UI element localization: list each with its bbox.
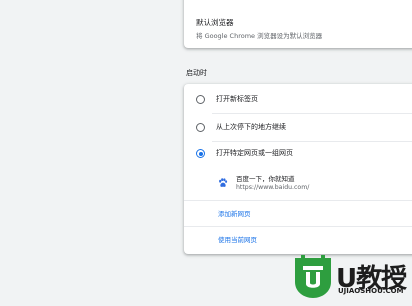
radio-button[interactable] (196, 95, 205, 104)
radio-label: 从上次停下的地方继续 (216, 123, 286, 131)
add-new-page-link[interactable]: 添加新网页 (218, 208, 251, 218)
divider (184, 200, 412, 201)
startup-page-url: https://www.baidu.com/ (236, 184, 310, 191)
chrome-settings-page: 默认浏览器 将 Google Chrome 浏览器设为默认浏览器 启动时 打开新… (0, 0, 412, 306)
default-browser-subtitle: 将 Google Chrome 浏览器设为默认浏览器 (196, 32, 323, 40)
startup-section-title: 启动时 (186, 69, 207, 77)
watermark-domain: UJIAOSHOU.COM (338, 287, 404, 295)
radio-option-new-tab[interactable]: 打开新标签页 (184, 86, 412, 112)
radio-label: 打开新标签页 (216, 95, 258, 103)
startup-card: 打开新标签页 从上次停下的地方继续 打开特定网页或一组网页 百度一下，你就知道 … (184, 84, 412, 254)
startup-page-title: 百度一下，你就知道 (236, 175, 295, 183)
radio-button-checked[interactable] (196, 149, 205, 158)
use-current-pages-link[interactable]: 使用当前网页 (218, 234, 257, 244)
default-browser-title: 默认浏览器 (196, 18, 234, 27)
radio-option-continue[interactable]: 从上次停下的地方继续 (184, 114, 412, 140)
divider (184, 226, 412, 227)
default-browser-card: 默认浏览器 将 Google Chrome 浏览器设为默认浏览器 (184, 0, 412, 48)
startup-page-entry[interactable]: 百度一下，你就知道 https://www.baidu.com/ (216, 170, 412, 200)
radio-button[interactable] (196, 123, 205, 132)
watermark-logo-icon (295, 255, 331, 298)
radio-option-specific-pages[interactable]: 打开特定网页或一组网页 (184, 140, 412, 166)
radio-label: 打开特定网页或一组网页 (216, 149, 293, 157)
baidu-paw-icon (219, 178, 228, 187)
